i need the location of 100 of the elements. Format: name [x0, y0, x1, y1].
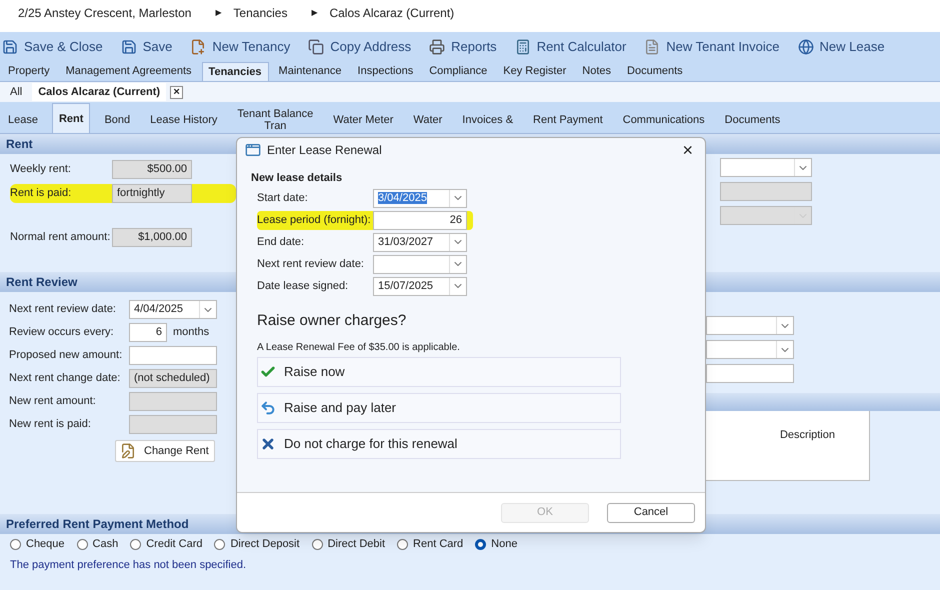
input-field[interactable]: $1,000.00	[112, 228, 192, 247]
radio-button[interactable]	[397, 538, 408, 550]
field-label: End date:	[257, 234, 306, 250]
radio-label: Cash	[92, 536, 118, 552]
input-field[interactable]	[129, 346, 217, 365]
toolbar-button[interactable]: Rent Calculator	[514, 37, 626, 57]
toolbar-button[interactable]: New Tenant Invoice	[644, 37, 780, 57]
toolbar-button[interactable]: Save	[120, 37, 172, 57]
tab[interactable]: Maintenance	[272, 62, 348, 81]
field-label: Next rent review date:	[257, 256, 365, 272]
close-button[interactable]: ×	[170, 86, 184, 98]
date-dropdown[interactable]	[373, 254, 467, 274]
date-dropdown[interactable]	[706, 340, 794, 359]
tab[interactable]: Notes	[576, 62, 618, 81]
radio-label: Direct Deposit	[230, 536, 300, 552]
undo-arrow-icon	[260, 400, 276, 416]
date-dropdown[interactable]: 31/03/2027	[373, 232, 467, 252]
tab[interactable]: Calos Alcaraz (Current)	[32, 83, 166, 101]
tab[interactable]: Water Meter	[327, 107, 400, 133]
document-icon	[190, 39, 206, 55]
option-button[interactable]: Raise and pay later	[257, 393, 621, 423]
save-icon	[2, 39, 18, 55]
input-field[interactable]: fortnightly	[112, 184, 192, 203]
tab[interactable]: Bond	[98, 107, 136, 133]
radio-label: Cheque	[26, 536, 65, 552]
field-label: Start date:	[257, 190, 309, 206]
field-label: Next rent review date:	[9, 302, 117, 318]
radio-label: Direct Debit	[328, 536, 386, 552]
tab[interactable]: Key Register	[497, 62, 572, 81]
radio-button[interactable]	[76, 538, 88, 550]
radio-button[interactable]	[312, 538, 323, 550]
radio-button[interactable]	[214, 538, 226, 550]
tab[interactable]: Invoices &	[456, 107, 520, 133]
radio-button[interactable]	[130, 538, 142, 550]
input-field[interactable]	[706, 364, 794, 383]
payment-message: The payment preference has not been specified.	[10, 558, 246, 573]
input-field[interactable]: 6	[129, 323, 167, 342]
tab[interactable]: Lease History	[144, 107, 224, 133]
toolbar-button[interactable]: New Tenancy	[190, 37, 290, 57]
option-button[interactable]: Do not charge for this renewal	[257, 429, 621, 459]
field-value: 4/04/2025	[134, 303, 183, 316]
field-label: Normal rent amount:	[10, 230, 110, 246]
field-value: 6	[156, 326, 162, 338]
printer-icon	[429, 39, 446, 55]
change-rent-button[interactable]: Change Rent	[115, 440, 215, 462]
field-label: Review occurs every:	[9, 325, 115, 340]
toolbar-button[interactable]: Save & Close	[2, 37, 103, 57]
unit-label: months	[173, 325, 210, 340]
question-heading: Raise owner charges?	[257, 310, 408, 330]
date-dropdown[interactable]	[706, 316, 794, 335]
field-label: New rent is paid:	[9, 417, 92, 432]
tab[interactable]: Rent Payment	[527, 107, 609, 133]
field-value: 15/07/2025	[378, 280, 434, 292]
input-field[interactable]: $500.00	[112, 160, 192, 179]
field-value: (not scheduled)	[134, 372, 210, 384]
tab[interactable]: Documents	[718, 107, 786, 133]
tab[interactable]: Documents	[621, 62, 689, 81]
globe-icon	[798, 39, 814, 55]
tab[interactable]: All	[4, 83, 28, 101]
field-label: Next rent change date:	[9, 371, 122, 386]
breadcrumb-item[interactable]: Tenancies	[233, 4, 288, 22]
date-dropdown[interactable]: 4/04/2025	[129, 300, 217, 319]
field-label: Weekly rent:	[10, 162, 71, 178]
radio-label: Credit Card	[146, 536, 202, 552]
option-button[interactable]: Raise now	[257, 357, 621, 387]
breadcrumb-item[interactable]: 2/25 Anstey Crescent, Marleston	[18, 4, 192, 22]
field-label: Proposed new amount:	[9, 348, 124, 364]
copy-icon	[308, 39, 324, 55]
tab[interactable]: Tenant Balance Tran	[231, 107, 320, 133]
field-value: $1,000.00	[138, 231, 187, 244]
toolbar-button[interactable]: Reports	[429, 37, 497, 57]
breadcrumb-item[interactable]: Calos Alcaraz (Current)	[329, 4, 454, 22]
tab[interactable]: Compliance	[423, 62, 494, 81]
toolbar-button[interactable]: Copy Address	[308, 37, 412, 57]
calculator-icon	[514, 39, 531, 55]
tab[interactable]: Inspections	[352, 62, 420, 81]
tab[interactable]: Rent	[52, 103, 90, 133]
tab[interactable]: Tenancies	[202, 62, 269, 81]
tab[interactable]: Management Agreements	[60, 62, 198, 81]
radio-button[interactable]	[10, 538, 21, 550]
app-icon	[245, 142, 261, 158]
date-dropdown[interactable]: 15/07/2025	[373, 276, 467, 296]
column-header[interactable]: Description	[780, 427, 835, 480]
breadcrumb-arrow: ▶	[215, 7, 222, 19]
tab[interactable]: Property	[2, 62, 56, 81]
radio-button[interactable]	[475, 538, 486, 550]
tab[interactable]: Lease	[2, 107, 44, 133]
save-icon	[120, 39, 137, 55]
field-label: Date lease signed:	[257, 278, 350, 294]
date-dropdown[interactable]	[720, 158, 812, 177]
date-dropdown[interactable]: 3/04/2025	[373, 188, 467, 208]
input-field[interactable]: 26	[373, 210, 467, 230]
dialog-button[interactable]: Cancel	[607, 502, 695, 522]
tab[interactable]: Communications	[616, 107, 711, 133]
cross-icon	[260, 436, 276, 452]
field-label: New rent amount:	[9, 394, 97, 410]
field-value: 26	[450, 214, 462, 226]
document-icon	[644, 39, 660, 55]
toolbar-button[interactable]: New Lease	[798, 37, 885, 57]
tab[interactable]: Water	[407, 107, 448, 133]
